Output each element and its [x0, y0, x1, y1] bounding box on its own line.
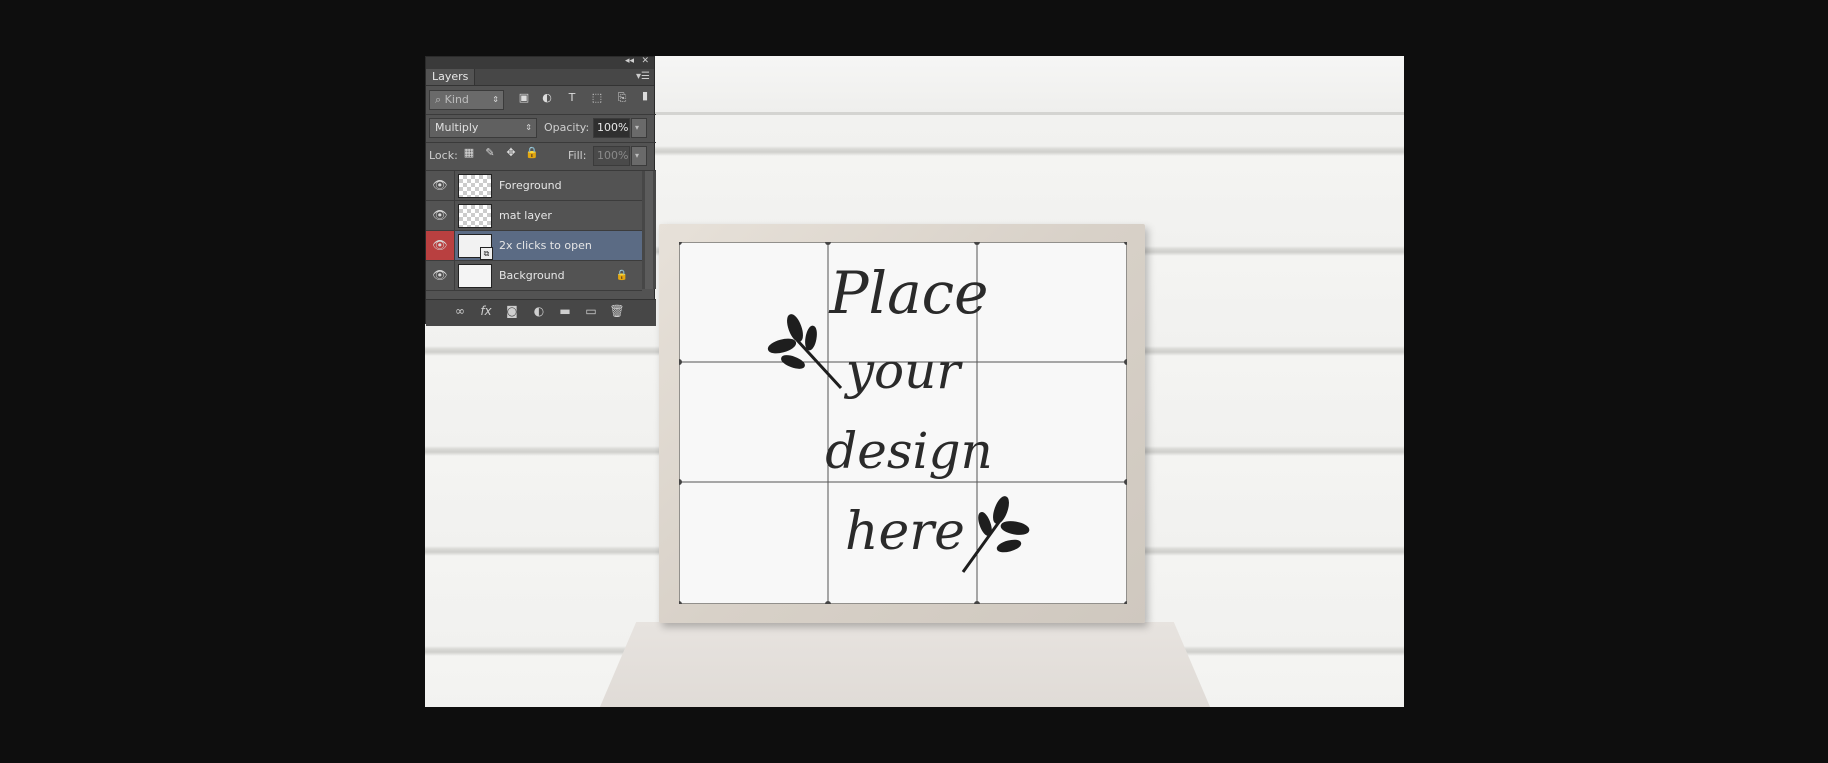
- design-text-line-3: design: [825, 422, 993, 480]
- layer-list: 👁 Foreground 👁 mat layer 👁 ⧉ 2x clicks t…: [426, 171, 642, 291]
- grid-handle: [1124, 479, 1127, 485]
- design-text-line-1: Place: [829, 259, 989, 327]
- visibility-eye-icon[interactable]: 👁: [426, 171, 455, 200]
- collapse-icon[interactable]: ◂◂: [625, 56, 634, 66]
- design-text-line-2: your: [845, 342, 961, 400]
- lock-label: Lock:: [429, 149, 458, 162]
- delete-layer-icon[interactable]: 🗑: [607, 304, 627, 318]
- lock-image-brush-icon[interactable]: ✎: [483, 146, 497, 159]
- layer-thumbnail: [458, 204, 492, 228]
- layers-panel: ◂◂ ✕ Layers ▾☰ ⌕ Kind ⇕ ▣ ◐ T ⬚ ⎘ ▮ Mult…: [425, 56, 656, 326]
- grid-handle: [1124, 242, 1127, 245]
- blend-mode-label: Multiply: [435, 121, 479, 134]
- opacity-dropdown-icon[interactable]: ▾: [631, 118, 647, 138]
- search-icon: ⌕: [435, 93, 445, 106]
- opacity-label: Opacity:: [544, 121, 590, 134]
- filter-toggle-icon[interactable]: ▮: [637, 89, 653, 102]
- visibility-eye-icon[interactable]: 👁: [426, 261, 455, 290]
- layer-row-foreground[interactable]: 👁 Foreground: [426, 171, 642, 201]
- grid-handle: [679, 359, 682, 365]
- layer-name: 2x clicks to open: [499, 239, 592, 252]
- grid-handle: [825, 242, 831, 245]
- layer-row-mat-layer[interactable]: 👁 mat layer: [426, 201, 642, 231]
- picture-frame: Place your design here: [659, 224, 1145, 623]
- blend-mode-select[interactable]: Multiply ⇕: [429, 118, 537, 138]
- scrollbar-thumb[interactable]: [645, 171, 653, 289]
- panel-titlebar[interactable]: ◂◂ ✕: [426, 56, 654, 69]
- lock-row: Lock: ▦ ✎ ✥ 🔒 Fill: 100% ▾: [426, 143, 656, 169]
- grid-handle: [679, 601, 682, 604]
- smart-object-badge-icon: ⧉: [480, 247, 493, 260]
- select-arrows-icon: ⇕: [492, 95, 499, 104]
- lock-position-icon[interactable]: ✥: [504, 146, 518, 159]
- filter-row: ⌕ Kind ⇕ ▣ ◐ T ⬚ ⎘ ▮: [426, 87, 656, 113]
- select-arrows-icon: ⇕: [525, 123, 532, 132]
- layer-name: Foreground: [499, 179, 562, 192]
- layer-row-smart-object[interactable]: 👁 ⧉ 2x clicks to open: [426, 231, 642, 261]
- fill-field[interactable]: 100%: [593, 146, 630, 166]
- layer-thumbnail: [458, 174, 492, 198]
- grid-handle: [1124, 601, 1127, 604]
- stool: [585, 622, 1225, 707]
- visibility-eye-icon[interactable]: 👁: [426, 201, 455, 230]
- smart-object-filter-icon[interactable]: ⎘: [614, 91, 630, 105]
- filter-kind-label: Kind: [444, 93, 469, 106]
- opacity-field[interactable]: 100%: [593, 118, 630, 138]
- layer-list-scrollbar[interactable]: [642, 171, 656, 289]
- fx-icon[interactable]: fx: [476, 304, 496, 318]
- design-text-line-4: here: [845, 502, 965, 562]
- blend-row: Multiply ⇕ Opacity: 100% ▾: [426, 115, 656, 141]
- new-group-icon[interactable]: ▬: [555, 304, 575, 318]
- filter-kind-select[interactable]: ⌕ Kind ⇕: [429, 90, 504, 110]
- panel-tab-bar: Layers ▾☰: [426, 69, 654, 86]
- frame-print-area[interactable]: Place your design here: [679, 242, 1127, 604]
- new-layer-icon[interactable]: ▭: [581, 304, 601, 318]
- layer-row-background[interactable]: 👁 Background 🔒: [426, 261, 642, 291]
- link-layers-icon[interactable]: ∞: [450, 304, 470, 318]
- layer-thumbnail: ⧉: [458, 234, 493, 260]
- close-icon[interactable]: ✕: [641, 56, 649, 66]
- grid-handle: [679, 479, 682, 485]
- fill-label: Fill:: [568, 149, 587, 162]
- grid-handle: [1124, 359, 1127, 365]
- type-filter-icon[interactable]: T: [564, 91, 580, 104]
- shape-filter-icon[interactable]: ⬚: [589, 91, 605, 104]
- panel-footer: ∞ fx ◙ ◐ ▬ ▭ 🗑: [426, 299, 656, 326]
- grid-handle: [679, 242, 682, 245]
- fill-dropdown-icon[interactable]: ▾: [631, 146, 647, 166]
- grid-handle: [825, 601, 831, 604]
- grid-handle: [974, 601, 980, 604]
- lock-all-icon[interactable]: 🔒: [525, 146, 539, 159]
- panel-menu-icon[interactable]: ▾☰: [636, 69, 650, 85]
- add-mask-icon[interactable]: ◙: [502, 304, 522, 318]
- lock-transparent-icon[interactable]: ▦: [462, 146, 476, 159]
- tab-layers[interactable]: Layers: [426, 69, 476, 85]
- grid-handle: [974, 242, 980, 245]
- layer-lock-icon: 🔒: [615, 270, 628, 281]
- layer-thumbnail: [458, 264, 492, 288]
- layer-name: Background: [499, 269, 565, 282]
- visibility-eye-icon[interactable]: 👁: [426, 231, 455, 260]
- layer-name: mat layer: [499, 209, 552, 222]
- adjustment-layer-icon[interactable]: ◐: [529, 304, 549, 318]
- adjustment-filter-icon[interactable]: ◐: [539, 91, 555, 104]
- pixel-filter-icon[interactable]: ▣: [516, 91, 532, 104]
